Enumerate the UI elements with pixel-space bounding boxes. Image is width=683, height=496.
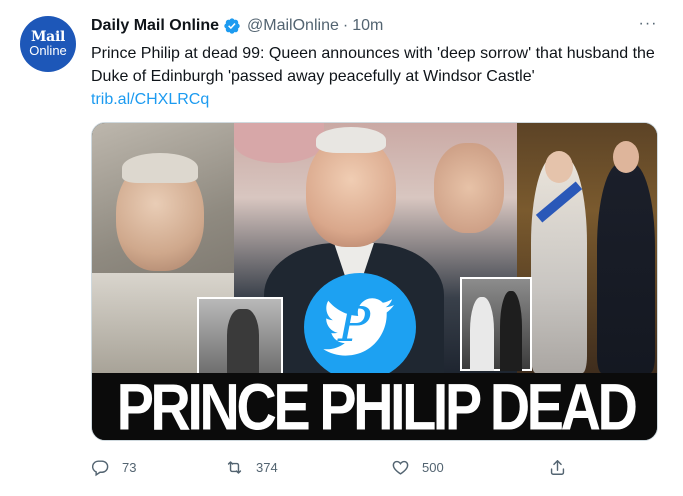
tweet-text: Prince Philip at dead 99: Queen announce… xyxy=(91,45,655,85)
share-button[interactable] xyxy=(548,452,567,482)
heart-icon xyxy=(392,460,409,475)
like-button[interactable]: 500 xyxy=(391,452,444,482)
tweet-media-image[interactable]: P PRINCE PHILIP DEAD xyxy=(91,122,658,441)
reply-icon xyxy=(91,459,109,476)
avatar[interactable]: Mail Online xyxy=(20,16,76,72)
share-icon xyxy=(550,459,565,475)
reply-button[interactable]: 73 xyxy=(91,452,136,482)
retweet-count: 374 xyxy=(256,459,278,475)
meta-separator: · xyxy=(342,17,349,34)
twitter-bird-badge-icon: P xyxy=(304,273,416,381)
tweet-actions-bar: 73 374 500 xyxy=(91,452,571,482)
more-dots-icon[interactable]: ··· xyxy=(636,14,660,36)
inset-photo-wedding xyxy=(460,277,532,371)
verified-badge-icon xyxy=(224,18,240,34)
avatar-logo-line1: Mail xyxy=(30,29,65,45)
avatar-logo-line2: Online xyxy=(29,43,67,58)
retweet-icon xyxy=(227,460,242,474)
display-name[interactable]: Daily Mail Online xyxy=(91,17,219,35)
reply-count: 73 xyxy=(122,459,137,475)
badge-monogram: P xyxy=(338,297,371,353)
tweet-card[interactable]: Mail Online Daily Mail Online @MailOnlin… xyxy=(0,0,683,496)
tweet-link[interactable]: trib.al/CHXLRCq xyxy=(91,88,209,111)
tweet-header: Daily Mail Online @MailOnline · 10m xyxy=(91,15,651,37)
media-headline: PRINCE PHILIP DEAD xyxy=(92,369,657,440)
account-handle[interactable]: @MailOnline xyxy=(247,17,339,35)
like-count: 500 xyxy=(422,459,444,475)
inset-photo-bowing xyxy=(197,297,283,375)
tweet-timestamp[interactable]: 10m xyxy=(352,17,383,35)
retweet-button[interactable]: 374 xyxy=(225,452,278,482)
photo-panel-right xyxy=(517,123,657,373)
